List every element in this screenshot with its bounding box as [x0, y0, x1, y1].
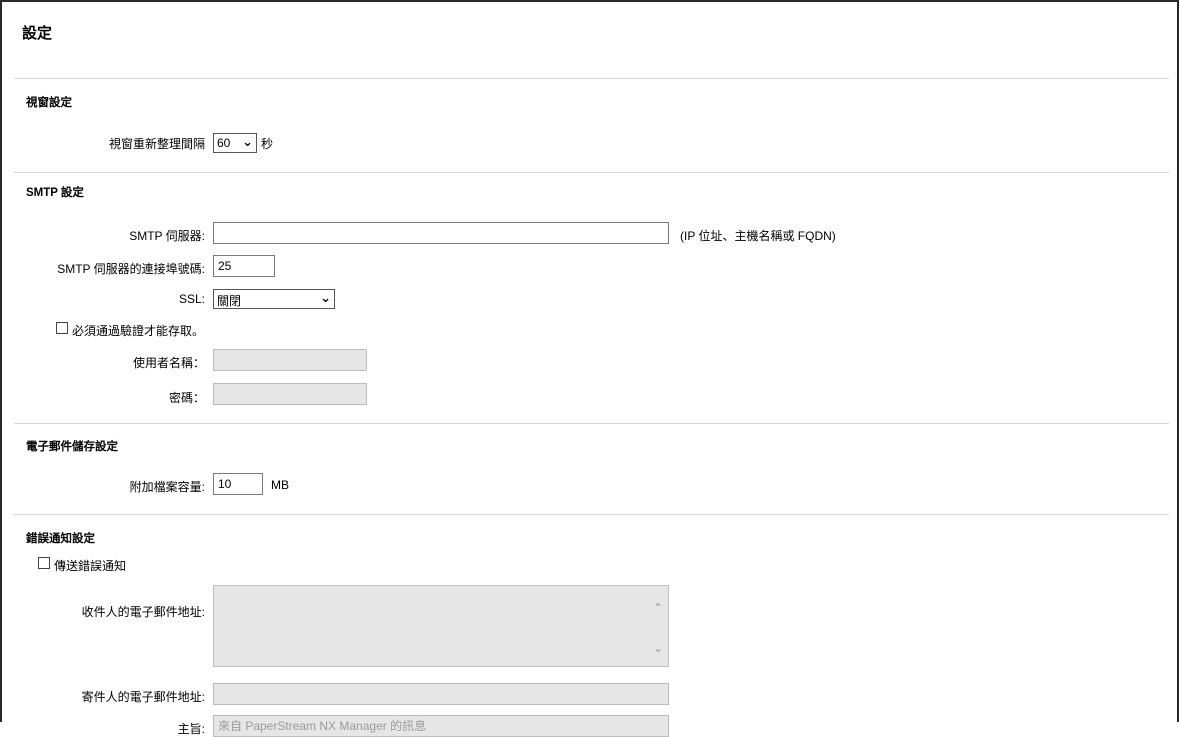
section-title-smtp: SMTP 設定: [26, 187, 84, 199]
auth-required-checkbox[interactable]: [56, 322, 68, 334]
refresh-interval-unit: 秒: [261, 137, 274, 151]
settings-window: 設定 視窗設定 視窗重新整理間隔 60 ⌄ 秒 SMTP 設定 SMTP 伺服器…: [0, 0, 1179, 737]
divider: [14, 78, 1169, 79]
divider: [14, 514, 1169, 515]
username-label: 使用者名稱：: [132, 356, 205, 370]
section-title-window: 視窗設定: [26, 97, 72, 109]
subject-input[interactable]: 來自 PaperStream NX Manager 的訊息: [213, 715, 669, 737]
ssl-value: 關閉: [217, 294, 242, 308]
refresh-interval-label: 視窗重新整理間隔: [108, 137, 205, 151]
chevron-down-icon: ⌄: [320, 290, 331, 305]
send-error-notification-checkbox[interactable]: [38, 557, 50, 569]
sender-email-label: 寄件人的電子郵件地址:: [81, 690, 205, 704]
auth-required-label: 必須通過驗證才能存取。: [72, 324, 205, 338]
section-title-email-storage: 電子郵件儲存設定: [26, 441, 118, 453]
send-error-notification-label: 傳送錯誤通知: [54, 559, 127, 573]
recipient-email-textarea[interactable]: ⌃ ⌄: [213, 585, 669, 667]
chevron-up-icon[interactable]: ⌃: [652, 602, 664, 614]
username-input[interactable]: [213, 349, 367, 371]
password-input[interactable]: [213, 383, 367, 405]
attachment-size-input[interactable]: 10: [213, 473, 263, 495]
smtp-server-hint: (IP 位址、主機名稱或 FQDN): [680, 229, 836, 243]
recipient-email-label: 收件人的電子郵件地址:: [81, 605, 205, 619]
subject-label: 主旨:: [177, 722, 205, 736]
section-title-error-notification: 錯誤通知設定: [26, 533, 95, 545]
divider: [14, 172, 1169, 173]
ssl-select[interactable]: 關閉 ⌄: [213, 289, 335, 309]
refresh-interval-value: 60: [217, 136, 231, 150]
ssl-label: SSL:: [178, 292, 205, 306]
page-title: 設定: [22, 25, 53, 42]
password-label: 密碼：: [168, 391, 205, 405]
attachment-size-unit: MB: [271, 478, 289, 492]
smtp-port-input[interactable]: 25: [213, 255, 275, 277]
smtp-server-label: SMTP 伺服器:: [129, 229, 205, 243]
smtp-server-input[interactable]: [213, 222, 669, 244]
chevron-down-icon: ⌄: [242, 134, 253, 149]
divider: [14, 423, 1169, 424]
attachment-size-label: 附加檔案容量:: [129, 480, 205, 494]
sender-email-input[interactable]: [213, 683, 669, 705]
smtp-port-label: SMTP 伺服器的連接埠號碼:: [57, 262, 205, 276]
chevron-down-icon[interactable]: ⌄: [652, 642, 664, 654]
refresh-interval-select[interactable]: 60 ⌄: [213, 133, 257, 153]
